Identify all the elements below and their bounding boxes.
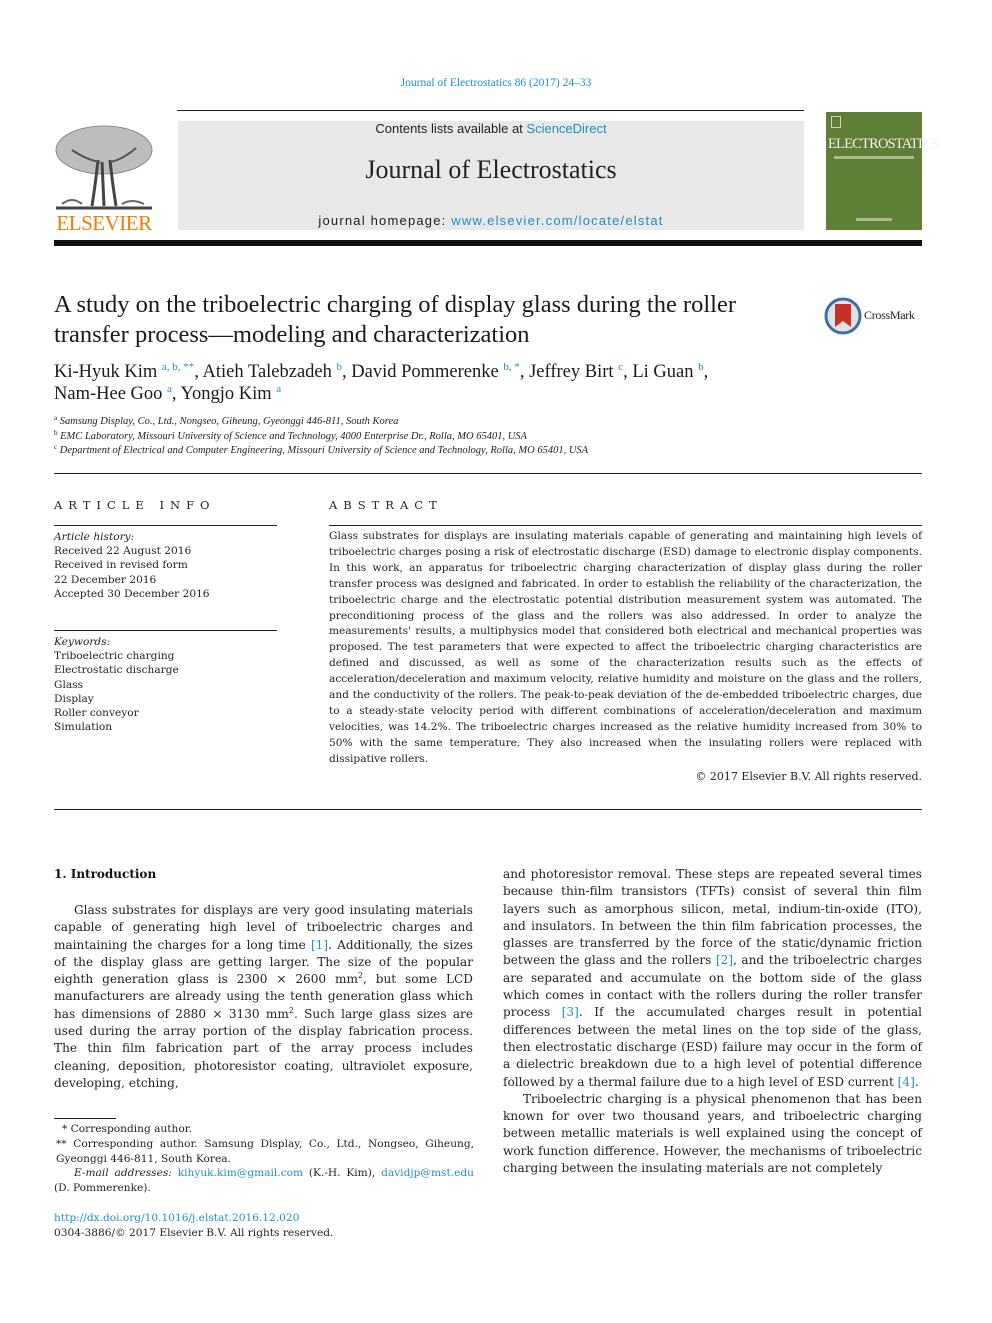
email-owner: (D. Pommerenke).	[54, 1182, 151, 1195]
keywords-divider	[54, 630, 277, 631]
keyword-item[interactable]: Triboelectric charging	[54, 649, 277, 663]
citation-link[interactable]: [4]	[898, 1075, 915, 1089]
affiliation-item: a Samsung Display, Co., Ltd., Nongseo, G…	[54, 415, 814, 430]
author-name[interactable]: Ki-Hyuk Kim	[54, 362, 157, 382]
keywords-label: Keywords:	[54, 636, 111, 648]
article-history: Article history: Received 22 August 2016…	[54, 530, 277, 601]
article-info-divider	[54, 525, 277, 526]
author-affiliation-sup[interactable]: b	[698, 361, 704, 373]
author-name[interactable]: Atieh Talebzadeh	[203, 362, 332, 382]
affiliation-text: EMC Laboratory, Missouri University of S…	[60, 430, 527, 442]
author-affiliation-sup[interactable]: a	[167, 383, 172, 395]
paragraph: Triboelectric charging is a physical phe…	[503, 1091, 922, 1176]
journal-banner: Contents lists available at ScienceDirec…	[178, 121, 804, 230]
citation-link[interactable]: [3]	[562, 1005, 579, 1019]
affiliation-item: c Department of Electrical and Computer …	[54, 444, 814, 459]
author-name[interactable]: Jeffrey Birt	[529, 362, 613, 382]
keyword-item[interactable]: Electrostatic discharge	[54, 663, 277, 677]
elsevier-wordmark[interactable]: ELSEVIER	[52, 211, 156, 236]
affiliation-text: Department of Electrical and Computer En…	[59, 445, 589, 456]
sciencedirect-link[interactable]: ScienceDirect	[526, 121, 606, 136]
email-link[interactable]: davidjp@mst.edu	[381, 1167, 474, 1179]
section-heading-introduction: 1. Introduction	[54, 867, 157, 881]
cover-publisher-bar	[856, 218, 892, 221]
history-item: Received in revised form	[54, 559, 188, 572]
journal-title: Journal of Electrostatics	[365, 155, 617, 184]
text-run: .	[914, 1074, 919, 1089]
issn-copyright: 0304-3886/© 2017 Elsevier B.V. All right…	[54, 1226, 334, 1239]
footnote-divider	[54, 1118, 116, 1119]
history-label: Article history:	[54, 531, 135, 543]
body-left-column: Glass substrates for displays are very g…	[54, 902, 473, 1092]
affiliations: a Samsung Display, Co., Ltd., Nongseo, G…	[54, 415, 814, 459]
footnote-emails: E-mail addresses: kihyuk.kim@gmail.com (…	[54, 1166, 474, 1196]
keyword-item[interactable]: Roller conveyor	[54, 706, 277, 720]
author-name[interactable]: Yongjo Kim	[180, 384, 271, 404]
abstract-divider	[329, 525, 922, 526]
journal-reference[interactable]: Journal of Electrostatics 86 (2017) 24–3…	[0, 77, 992, 89]
abstract-heading: ABSTRACT	[329, 498, 443, 512]
homepage-link[interactable]: www.elsevier.com/locate/elstat	[451, 213, 663, 228]
article-title: A study on the triboelectric charging of…	[54, 291, 736, 348]
crossmark-icon	[824, 297, 862, 335]
footnotes: * Corresponding author. ** Corresponding…	[54, 1122, 474, 1196]
author-name[interactable]: David Pommerenke	[351, 362, 498, 382]
email-owner: (K.-H. Kim),	[303, 1167, 382, 1180]
history-item: Accepted 30 December 2016	[54, 587, 210, 600]
citation-link[interactable]: [2]	[716, 953, 733, 967]
header-divider	[177, 110, 804, 111]
homepage-line: journal homepage: www.elsevier.com/locat…	[178, 213, 804, 228]
body-right-column: and photoresistor removal. These steps a…	[503, 866, 922, 1177]
affiliation-text: Samsung Display, Co., Ltd., Nongseo, Gih…	[59, 416, 399, 427]
email-link[interactable]: kihyuk.kim@gmail.com	[178, 1167, 303, 1179]
cover-publisher-icon	[831, 116, 841, 128]
abstract-text: Glass substrates for displays are insula…	[329, 530, 922, 765]
paragraph: Glass substrates for displays are very g…	[54, 902, 473, 1092]
history-item: 22 December 2016	[54, 573, 157, 586]
keyword-item[interactable]: Glass	[54, 678, 277, 692]
keyword-item[interactable]: Simulation	[54, 720, 277, 734]
doi-block: http://dx.doi.org/10.1016/j.elstat.2016.…	[54, 1211, 333, 1241]
history-item: Received 22 August 2016	[54, 545, 192, 558]
author-list: Ki-Hyuk Kim a, b, **, Atieh Talebzadeh b…	[54, 361, 709, 405]
affiliations-divider	[54, 473, 922, 474]
abstract-copyright: © 2017 Elsevier B.V. All rights reserved…	[695, 770, 922, 783]
author-name[interactable]: Li Guan	[632, 362, 693, 382]
header-thick-divider	[54, 240, 922, 246]
article-info-heading: ARTICLE INFO	[54, 498, 216, 512]
footnote-corresponding-1: * Corresponding author.	[62, 1123, 192, 1135]
author-name[interactable]: Nam-Hee Goo	[54, 384, 162, 404]
affiliation-item: b EMC Laboratory, Missouri University of…	[54, 428, 814, 445]
keywords: Keywords: Triboelectric charging Electro…	[54, 635, 277, 734]
abstract-bottom-divider	[54, 809, 922, 810]
footnote-corresponding-2: ** Corresponding author. Samsung Display…	[56, 1137, 474, 1165]
crossmark-button[interactable]: CrossMark	[824, 296, 924, 336]
crossmark-label: CrossMark	[864, 308, 915, 322]
author-affiliation-sup[interactable]: b, *	[503, 361, 520, 373]
author-affiliation-sup[interactable]: c	[618, 361, 623, 373]
affiliation-key: a	[54, 414, 58, 422]
cover-title: ELECTROSTATICS	[828, 136, 939, 152]
paragraph: and photoresistor removal. These steps a…	[503, 866, 922, 1091]
homepage-prefix: journal homepage:	[318, 213, 452, 228]
affiliation-key: c	[54, 443, 58, 451]
email-label: E-mail addresses:	[74, 1167, 172, 1180]
doi-link[interactable]: http://dx.doi.org/10.1016/j.elstat.2016.…	[54, 1212, 299, 1224]
cover-subtitle-bar	[834, 156, 914, 159]
keyword-item[interactable]: Display	[54, 692, 277, 706]
contents-line: Contents lists available at ScienceDirec…	[178, 121, 804, 136]
journal-cover-image[interactable]: ELECTROSTATICS	[826, 112, 939, 230]
contents-prefix: Contents lists available at	[375, 121, 527, 136]
affiliation-key: b	[54, 428, 58, 437]
author-affiliation-sup[interactable]: a, b, **	[162, 361, 194, 373]
citation-link[interactable]: [1]	[311, 938, 328, 952]
author-affiliation-sup[interactable]: a	[276, 383, 281, 395]
author-affiliation-sup[interactable]: b	[337, 361, 343, 373]
